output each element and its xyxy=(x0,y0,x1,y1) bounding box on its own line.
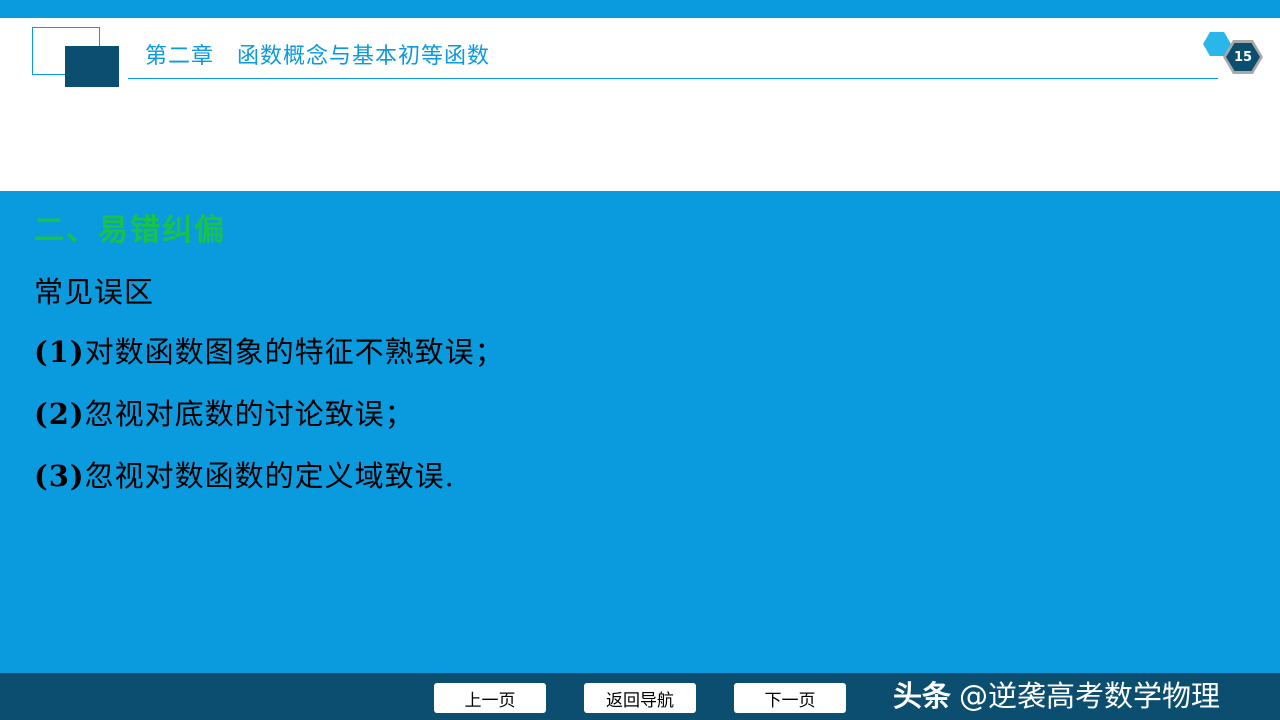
slide-content: 二、易错纠偏 常见误区 (1)对数函数图象的特征不熟致误； (2)忽视对底数的讨… xyxy=(0,191,1280,673)
list-item: (2)忽视对底数的讨论致误； xyxy=(34,393,505,455)
subheading: 常见误区 xyxy=(34,275,155,309)
item-number: (2) xyxy=(34,397,85,431)
slide-header: 第二章 函数概念与基本初等函数 15 xyxy=(0,18,1280,191)
list-item: (3)忽视对数函数的定义域致误. xyxy=(34,455,505,517)
top-strip xyxy=(0,0,1280,18)
next-page-button[interactable]: 下一页 xyxy=(734,683,846,713)
item-text: 忽视对数函数的定义域致误. xyxy=(84,459,455,493)
watermark-brand: 头条 xyxy=(893,679,952,713)
watermark-handle: @逆袭高考数学物理 xyxy=(959,679,1221,713)
list-item: (1)对数函数图象的特征不熟致误； xyxy=(34,331,505,393)
item-number: (1) xyxy=(34,335,85,369)
header-divider xyxy=(128,78,1218,79)
prev-page-button[interactable]: 上一页 xyxy=(434,683,546,713)
item-text: 对数函数图象的特征不熟致误； xyxy=(84,335,505,369)
error-list: (1)对数函数图象的特征不熟致误； (2)忽视对底数的讨论致误； (3)忽视对数… xyxy=(34,331,505,517)
item-text: 忽视对底数的讨论致误； xyxy=(84,397,415,431)
chapter-title: 第二章 函数概念与基本初等函数 xyxy=(145,44,491,69)
square-solid-deco-icon xyxy=(65,46,119,87)
item-number: (3) xyxy=(34,459,85,493)
watermark: 头条 @逆袭高考数学物理 xyxy=(893,673,1220,720)
back-to-nav-button[interactable]: 返回导航 xyxy=(584,683,696,713)
nav-bar: 上一页 返回导航 下一页 头条 @逆袭高考数学物理 xyxy=(0,673,1280,720)
section-heading: 二、易错纠偏 xyxy=(34,213,226,248)
